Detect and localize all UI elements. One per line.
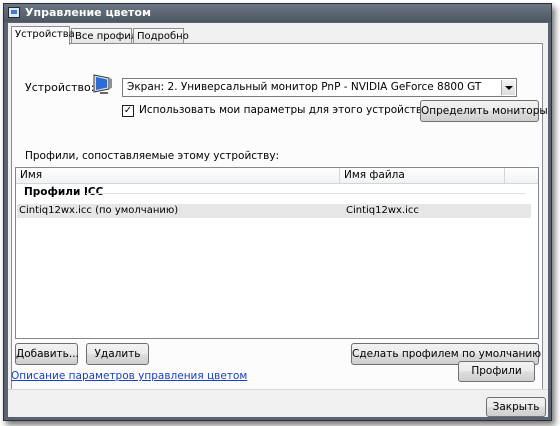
device-label: Устройство:: [25, 81, 95, 94]
column-name-header[interactable]: Имя: [20, 169, 42, 181]
dialog-client: Устройства Все профили Подробно Устройст…: [8, 23, 548, 417]
tab-devices[interactable]: Устройства: [11, 26, 75, 45]
window-title: Управление цветом: [25, 6, 151, 19]
column-divider[interactable]: [339, 168, 340, 183]
profiles-button[interactable]: Профили: [458, 361, 535, 382]
chevron-down-icon[interactable]: [501, 80, 515, 95]
monitor-icon: [93, 74, 112, 94]
device-select-value: Экран: 2. Универсальный монитор PnP - NV…: [127, 81, 482, 93]
help-link[interactable]: Описание параметров управления цветом: [11, 370, 247, 382]
devices-panel: Устройство: Экран: 2. Универсальный мони…: [11, 43, 548, 390]
title-bar[interactable]: Управление цветом: [4, 4, 551, 22]
use-settings-label: Использовать мои параметры для этого уст…: [139, 104, 429, 116]
use-settings-checkbox[interactable]: ✓: [122, 105, 134, 117]
app-icon: [8, 7, 20, 18]
group-divider: [86, 193, 526, 194]
add-profile-button[interactable]: Добавить...: [15, 343, 79, 365]
color-management-window: Управление цветом Устройства Все профили…: [3, 3, 552, 421]
group-title-icc: Профили ICC: [24, 186, 104, 198]
table-row[interactable]: Cintiq12wx.icc (по умолчанию) Cintiq12wx…: [17, 204, 531, 218]
profile-name-cell: Cintiq12wx.icc (по умолчанию): [19, 205, 179, 216]
profile-file-cell: Cintiq12wx.icc: [346, 205, 419, 216]
identify-monitors-button[interactable]: Определить мониторы: [420, 100, 548, 122]
device-select[interactable]: Экран: 2. Универсальный монитор PnP - NV…: [122, 78, 517, 97]
profiles-list[interactable]: Имя Имя файла Профили ICC Cintiq12wx.icc…: [15, 167, 539, 339]
column-divider[interactable]: [504, 168, 505, 183]
profiles-section-label: Профили, сопоставляемые этому устройству…: [25, 150, 280, 162]
list-header: Имя Имя файла: [16, 168, 538, 184]
close-button[interactable]: Закрыть: [486, 397, 546, 417]
column-filename-header[interactable]: Имя файла: [344, 169, 405, 181]
tab-advanced[interactable]: Подробно: [133, 28, 189, 44]
footer-divider: [8, 389, 548, 390]
tab-all-profiles[interactable]: Все профили: [71, 28, 144, 44]
remove-profile-button[interactable]: Удалить: [86, 343, 149, 365]
